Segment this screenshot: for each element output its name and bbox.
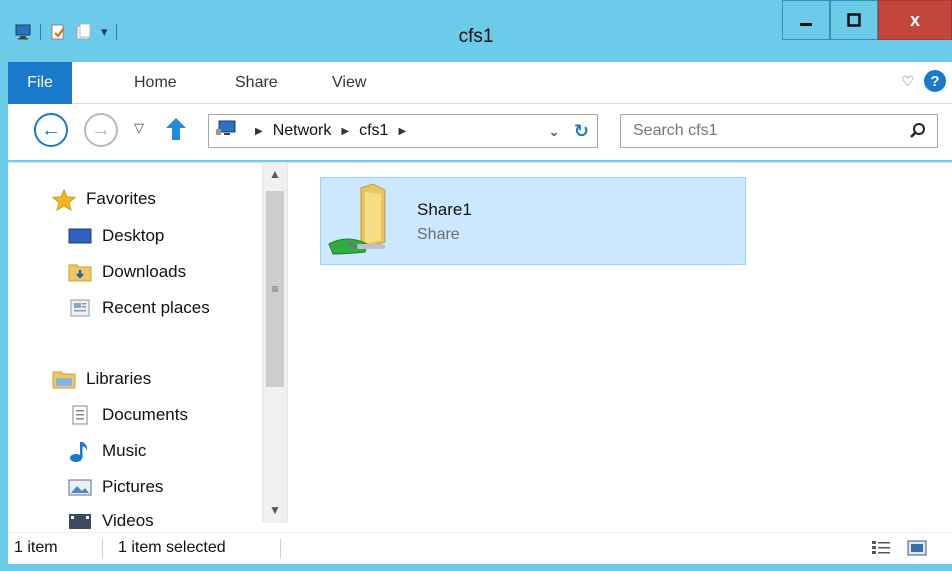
pictures-icon [68, 477, 92, 497]
breadcrumb-separator-icon: ▶ [255, 125, 263, 137]
selected-count: 1 item selected [118, 539, 226, 556]
sidebar-item-documents[interactable]: Documents [68, 403, 188, 427]
ribbon-tabs: File Home Share View ♡ ? [8, 62, 952, 104]
network-icon [215, 120, 237, 143]
music-icon [68, 441, 92, 462]
back-arrow-icon: ← [41, 118, 61, 141]
status-bar: 1 item 1 item selected [8, 532, 952, 564]
search-box[interactable]: Search cfs1 [620, 114, 938, 148]
explorer-window: ▾ cfs1 x File Home Share View ♡ ? ← → ▽ … [0, 0, 952, 571]
sidebar-item-recent-places[interactable]: Recent places [68, 296, 210, 320]
help-icon[interactable]: ? [924, 70, 946, 92]
up-arrow-icon[interactable] [164, 116, 188, 147]
tab-home[interactable]: Home [134, 62, 177, 104]
sidebar-item-label: Desktop [102, 226, 165, 245]
libraries-icon [52, 369, 76, 389]
sidebar-item-label: Recent places [102, 298, 210, 317]
address-bar-right: ⌄ ↻ [548, 121, 589, 142]
close-button[interactable]: x [878, 0, 952, 40]
sidebar-item-libraries[interactable]: Libraries [52, 367, 151, 391]
title-bar[interactable]: ▾ cfs1 x [0, 0, 952, 60]
sidebar-item-videos[interactable]: Videos [68, 509, 154, 533]
file-list-pane: Share1 Share [290, 163, 952, 533]
tab-share[interactable]: Share [235, 62, 278, 104]
close-icon: x [909, 9, 920, 30]
forward-arrow-icon: → [91, 118, 111, 141]
scrollbar-thumb[interactable]: ≡ [266, 191, 284, 387]
sidebar-item-music[interactable]: Music [68, 439, 146, 463]
file-tile-share1[interactable]: Share1 Share [320, 177, 746, 265]
search-input[interactable]: Search cfs1 [633, 122, 717, 140]
sidebar-item-desktop[interactable]: Desktop [68, 224, 164, 248]
sidebar-item-favorites[interactable]: Favorites [51, 187, 156, 212]
star-icon [51, 188, 77, 212]
details-view-icon[interactable] [870, 539, 892, 557]
address-history-dropdown-icon[interactable]: ⌄ [548, 123, 560, 140]
scroll-up-icon[interactable]: ▲ [263, 163, 287, 185]
downloads-icon [68, 262, 92, 282]
navigation-pane-scrollbar[interactable]: ▲ ≡ ▼ [262, 163, 288, 523]
expand-ribbon-icon[interactable]: ♡ [901, 73, 914, 90]
sidebar-item-label: Documents [102, 405, 188, 424]
recent-locations-icon[interactable]: ▽ [134, 120, 144, 136]
file-type: Share [417, 226, 460, 243]
window-controls: x [782, 0, 952, 40]
status-separator [280, 539, 281, 559]
breadcrumb-network[interactable]: Network [273, 122, 332, 140]
back-button[interactable]: ← [34, 113, 68, 147]
content-area: Favorites Desktop Downloads Recent place… [8, 162, 952, 532]
tab-view[interactable]: View [332, 62, 366, 104]
status-separator [102, 539, 103, 559]
navigation-pane: Favorites Desktop Downloads Recent place… [8, 163, 270, 533]
sidebar-item-label: Downloads [102, 262, 187, 281]
sidebar-item-label: Pictures [102, 477, 164, 496]
ribbon-right-controls: ♡ ? [901, 70, 946, 92]
scroll-down-icon[interactable]: ▼ [263, 499, 287, 521]
item-count: 1 item [14, 539, 58, 556]
desktop-icon [68, 226, 92, 246]
sidebar-item-label: Favorites [86, 189, 156, 208]
file-name: Share1 [417, 200, 472, 219]
address-bar[interactable]: ▶ Network ▶ cfs1 ▶ ⌄ ↻ [208, 114, 598, 148]
sidebar-item-downloads[interactable]: Downloads [68, 260, 186, 284]
sidebar-item-label: Libraries [86, 369, 152, 388]
shared-folder-icon [327, 182, 399, 260]
large-icons-view-icon[interactable] [906, 539, 928, 557]
sidebar-item-label: Music [102, 441, 147, 460]
refresh-icon[interactable]: ↻ [574, 121, 589, 142]
minimize-button[interactable] [782, 0, 830, 40]
navigation-bar: ← → ▽ ▶ Network ▶ cfs1 ▶ ⌄ ↻ Search cfs1 [8, 104, 952, 160]
sidebar-item-pictures[interactable]: Pictures [68, 475, 163, 499]
forward-button[interactable]: → [84, 113, 118, 147]
documents-icon [68, 405, 92, 425]
search-icon[interactable] [909, 122, 927, 140]
tab-file[interactable]: File [8, 62, 72, 104]
breadcrumb-cfs1[interactable]: cfs1 [359, 122, 388, 140]
maximize-button[interactable] [830, 0, 878, 40]
breadcrumb-separator-icon[interactable]: ▶ [398, 126, 406, 137]
recent-places-icon [68, 298, 92, 318]
sidebar-item-label: Videos [102, 511, 154, 530]
breadcrumb-separator-icon: ▶ [341, 125, 350, 137]
videos-icon [68, 511, 92, 531]
